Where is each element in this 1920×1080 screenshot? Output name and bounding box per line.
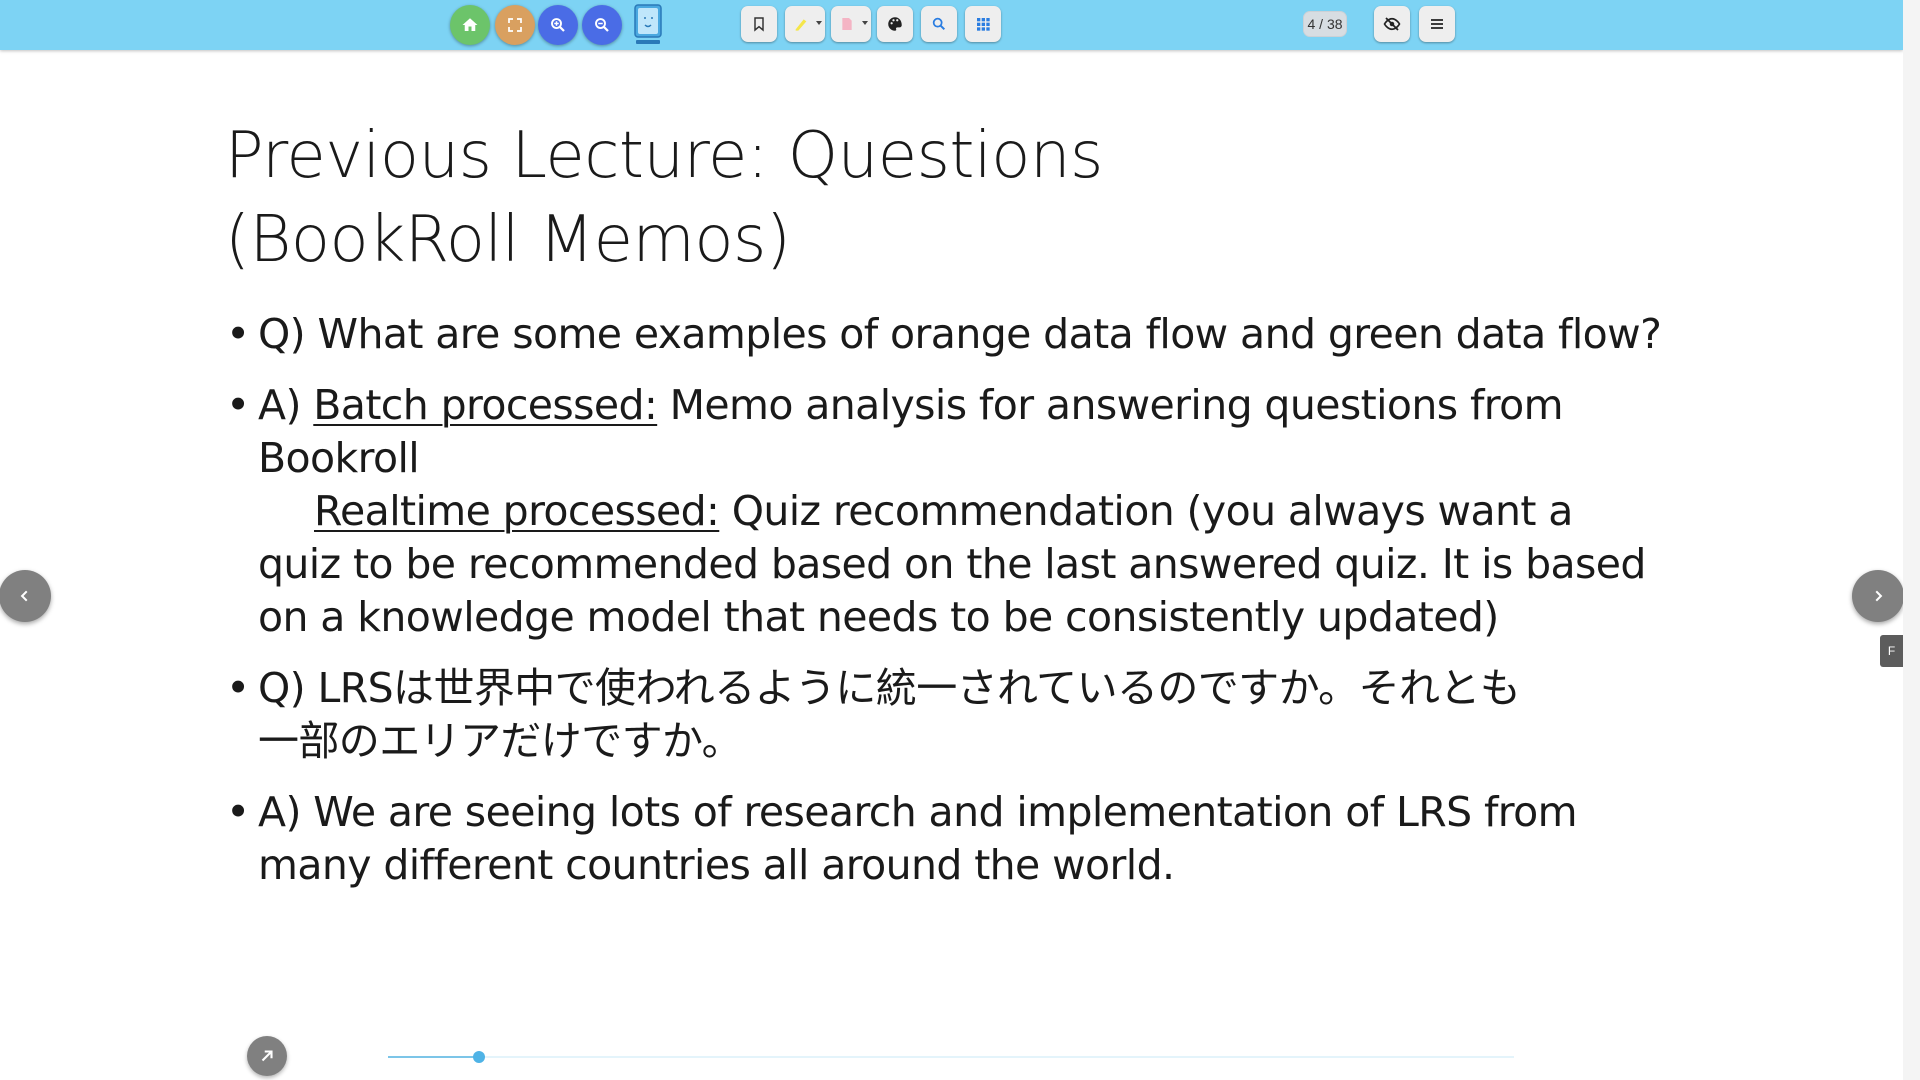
memo-button[interactable] — [831, 6, 871, 42]
bookmark-button[interactable] — [741, 6, 777, 42]
batch-processed-text: Memo analysis for answering questions fr… — [657, 381, 1564, 429]
palette-button[interactable] — [877, 6, 913, 42]
highlighter-dropdown-caret[interactable] — [816, 21, 822, 25]
slide-bullet-list: Q) What are some examples of orange data… — [226, 308, 1706, 910]
fullscreen-icon — [508, 18, 522, 32]
chevron-left-icon — [20, 590, 28, 602]
realtime-processed-text: Quiz recommendation (you always want a — [719, 487, 1574, 535]
chevron-right-icon — [1875, 590, 1883, 602]
slide-title-line-2: (BookRoll Memos) — [225, 203, 791, 277]
slide-title-line-1: Previous Lecture: Questions — [225, 119, 1103, 193]
bullet-answer-2: A) We are seeing lots of research and im… — [226, 786, 1706, 892]
bullet-line: Realtime processed: Quiz recommendation … — [258, 485, 1706, 538]
zoom-in-button[interactable] — [538, 5, 578, 45]
bullet-line: quiz to be recommended based on the last… — [258, 540, 1646, 588]
search-button[interactable] — [921, 6, 957, 42]
grid-icon — [977, 18, 990, 31]
highlighter-icon — [795, 19, 807, 31]
previous-page-button[interactable] — [0, 570, 51, 622]
eye-off-icon — [1383, 17, 1401, 31]
palette-icon — [888, 17, 902, 31]
bookmark-icon — [754, 17, 764, 32]
bullet-line: 一部のエリアだけですか。 — [258, 717, 743, 765]
slide-title: Previous Lecture: Questions (BookRoll Me… — [225, 114, 1225, 282]
page-indicator: 4 / 38 — [1303, 11, 1347, 37]
page-progress-fill — [388, 1056, 479, 1058]
menu-icon — [1431, 19, 1443, 29]
bullet-line: A) Batch processed: Memo analysis for an… — [258, 379, 1706, 432]
next-page-button[interactable] — [1852, 570, 1904, 622]
thumbnail-grid-button[interactable] — [965, 6, 1001, 42]
home-button[interactable] — [450, 5, 490, 45]
app-logo[interactable] — [632, 3, 664, 47]
batch-processed-label: Batch processed: — [313, 381, 658, 429]
bullet-question-2: Q) LRSは世界中で使われるように統一されているのですか。それとも 一部のエリ… — [226, 662, 1706, 768]
side-panel-tab[interactable]: F — [1880, 635, 1903, 667]
bullet-line: A) We are seeing lots of research and im… — [258, 788, 1578, 836]
fullscreen-button[interactable] — [495, 5, 535, 45]
search-icon — [932, 17, 946, 31]
arrow-up-right-icon — [261, 1050, 273, 1062]
zoom-in-icon — [551, 18, 565, 32]
realtime-processed-label: Realtime processed: — [314, 487, 720, 535]
memo-icon — [842, 18, 852, 30]
bullet-line: Bookroll — [258, 434, 420, 482]
zoom-out-button[interactable] — [582, 5, 622, 45]
bullet-answer-1: A) Batch processed: Memo analysis for an… — [226, 379, 1706, 644]
menu-button[interactable] — [1419, 6, 1455, 42]
bullet-text: Q) What are some examples of orange data… — [258, 310, 1662, 358]
highlighter-button[interactable] — [785, 6, 825, 42]
expand-button[interactable] — [247, 1036, 287, 1076]
bullet-line: on a knowledge model that needs to be co… — [258, 593, 1499, 641]
page-progress-slider[interactable] — [388, 1051, 1514, 1063]
bullet-question-1: Q) What are some examples of orange data… — [226, 308, 1706, 361]
top-toolbar: 4 / 38 — [0, 0, 1903, 50]
hide-annotations-button[interactable] — [1374, 6, 1410, 42]
page-progress-thumb[interactable] — [473, 1051, 485, 1063]
vertical-scrollbar[interactable] — [1903, 0, 1920, 1080]
slide-page: Previous Lecture: Questions (BookRoll Me… — [0, 50, 1903, 1080]
home-icon — [462, 18, 478, 31]
bullet-line: Q) LRSは世界中で使われるように統一されているのですか。それとも — [258, 664, 1521, 712]
zoom-out-icon — [595, 18, 609, 32]
bullet-line: many different countries all around the … — [258, 841, 1175, 889]
memo-dropdown-caret[interactable] — [862, 21, 868, 25]
answer-prefix: A) — [258, 381, 314, 429]
